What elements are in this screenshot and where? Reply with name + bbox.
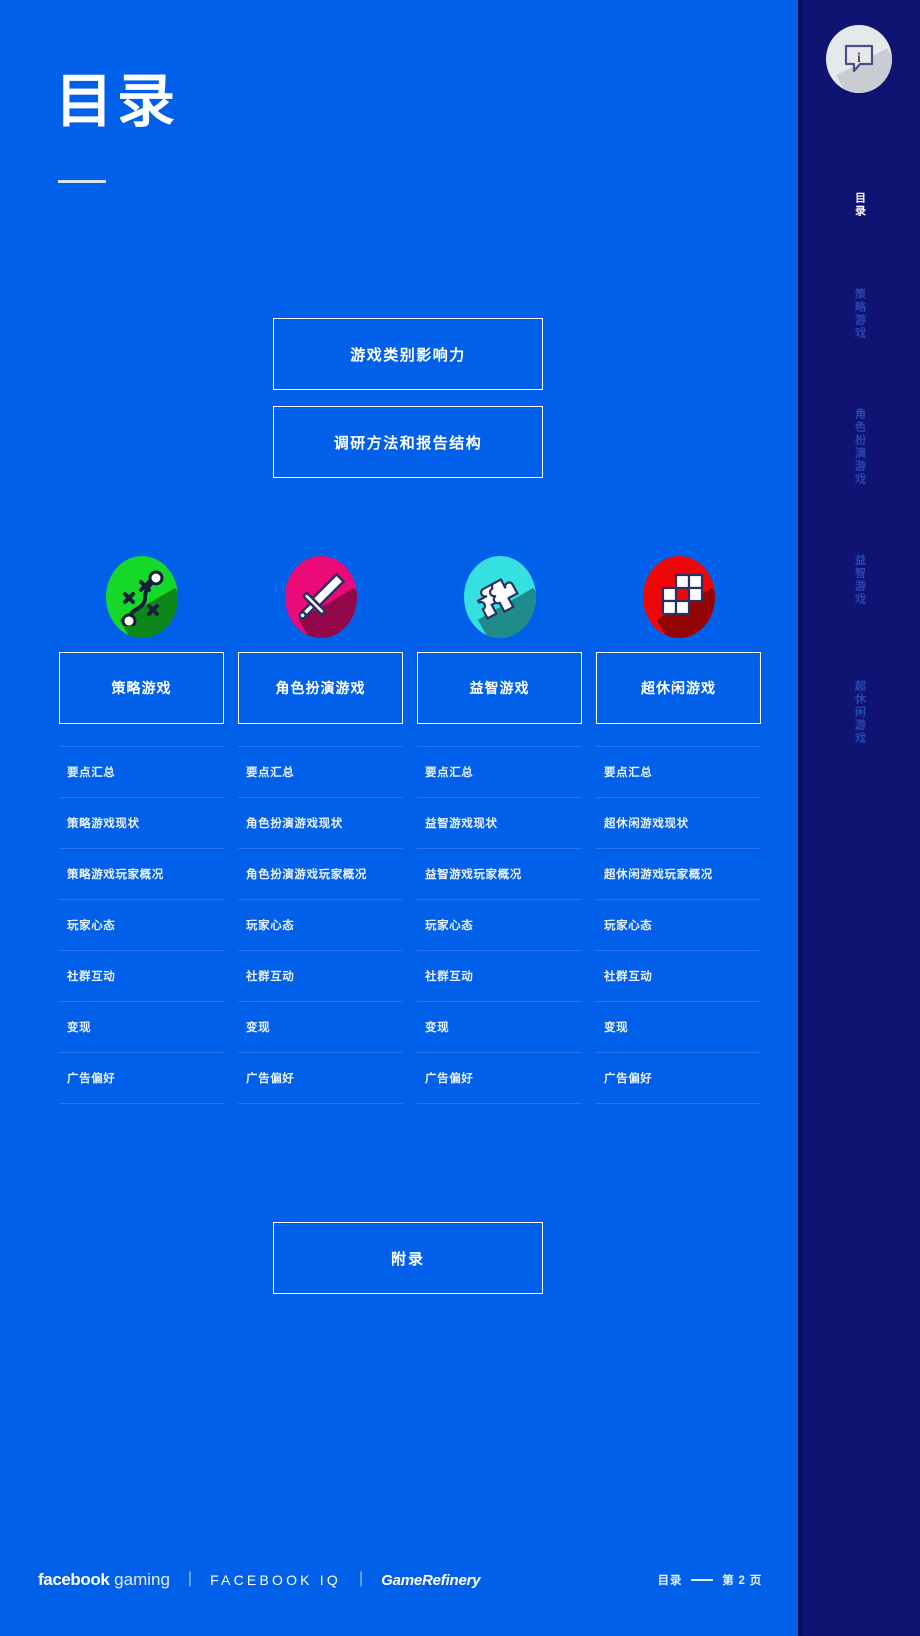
category-grid: 策略游戏 要点汇总 策略游戏现状 策略游戏玩家概况 玩家心态 社群互动 变现 广… — [52, 556, 768, 1104]
list-item[interactable]: 玩家心态 — [596, 900, 761, 951]
category-header-strategy[interactable]: 策略游戏 — [59, 652, 224, 724]
section-button-appendix[interactable]: 附录 — [273, 1222, 543, 1294]
sidebar-item-strategy[interactable]: 策略游戏 — [854, 274, 866, 354]
info-speech-bubble-icon[interactable]: i — [826, 25, 892, 93]
list-item[interactable]: 社群互动 — [238, 951, 403, 1002]
page-title: 目录 — [55, 69, 180, 134]
list-item[interactable]: 变现 — [596, 1002, 761, 1053]
list-item[interactable]: 广告偏好 — [596, 1053, 761, 1104]
strategy-map-path-icon — [105, 556, 178, 638]
hypercasual-blocks-icon — [642, 556, 715, 638]
list-item[interactable]: 要点汇总 — [417, 747, 582, 798]
category-column-hypercasual: 超休闲游戏 要点汇总 超休闲游戏现状 超休闲游戏玩家概况 玩家心态 社群互动 变… — [589, 556, 768, 1104]
list-item[interactable]: 广告偏好 — [59, 1053, 224, 1104]
category-header-rpg[interactable]: 角色扮演游戏 — [238, 652, 403, 724]
list-item[interactable]: 变现 — [59, 1002, 224, 1053]
facebook-wordmark: facebook — [38, 1570, 110, 1589]
list-item[interactable]: 超休闲游戏现状 — [596, 798, 761, 849]
list-item[interactable]: 要点汇总 — [238, 747, 403, 798]
title-underline-rule — [58, 180, 106, 183]
slide-page: 目录 游戏类别影响力 调研方法和报告结构 策略游戏 要点汇总 策略游戏现状 策略… — [0, 0, 920, 1636]
facebook-gaming-logo: facebook gaming — [38, 1570, 170, 1590]
list-item[interactable]: 要点汇总 — [59, 747, 224, 798]
sidebar-item-contents[interactable]: 目录 — [854, 178, 866, 232]
footer-page-number: 第 2 页 — [722, 1575, 762, 1587]
list-item[interactable]: 社群互动 — [417, 951, 582, 1002]
list-item[interactable]: 玩家心态 — [59, 900, 224, 951]
gamerefinery-logo: GameRefinery — [381, 1571, 481, 1589]
slide-content: 目录 游戏类别影响力 调研方法和报告结构 策略游戏 要点汇总 策略游戏现状 策略… — [0, 0, 798, 1636]
sidebar-item-hypercasual[interactable]: 超休闲游戏 — [854, 666, 866, 759]
list-item[interactable]: 要点汇总 — [596, 747, 761, 798]
category-column-rpg: 角色扮演游戏 要点汇总 角色扮演游戏现状 角色扮演游戏玩家概况 玩家心态 社群互… — [231, 556, 410, 1104]
list-item[interactable]: 广告偏好 — [417, 1053, 582, 1104]
top-section-buttons: 游戏类别影响力 调研方法和报告结构 — [273, 318, 543, 494]
sidebar-item-rpg[interactable]: 角色扮演游戏 — [854, 394, 866, 500]
list-item[interactable]: 广告偏好 — [238, 1053, 403, 1104]
section-button-genre-impact[interactable]: 游戏类别影响力 — [273, 318, 543, 390]
list-item[interactable]: 玩家心态 — [238, 900, 403, 951]
footer-brand-logos: facebook gaming | FACEBOOK IQ | GameRefi… — [38, 1570, 481, 1590]
list-item[interactable]: 策略游戏现状 — [59, 798, 224, 849]
list-item[interactable]: 社群互动 — [596, 951, 761, 1002]
rpg-sword-icon — [284, 556, 357, 638]
right-sidebar: i 目录 策略游戏 角色扮演游戏 益智游戏 超休闲游戏 — [798, 0, 920, 1636]
list-item[interactable]: 社群互动 — [59, 951, 224, 1002]
list-item[interactable]: 变现 — [238, 1002, 403, 1053]
brand-separator: | — [187, 1570, 193, 1587]
sidebar-nav: 目录 策略游戏 角色扮演游戏 益智游戏 超休闲游戏 — [798, 160, 920, 759]
category-list-hypercasual: 要点汇总 超休闲游戏现状 超休闲游戏玩家概况 玩家心态 社群互动 变现 广告偏好 — [596, 746, 761, 1104]
list-item[interactable]: 玩家心态 — [417, 900, 582, 951]
category-list-rpg: 要点汇总 角色扮演游戏现状 角色扮演游戏玩家概况 玩家心态 社群互动 变现 广告… — [238, 746, 403, 1104]
footer-pagination: 目录 第 2 页 — [658, 1572, 762, 1588]
list-item[interactable]: 变现 — [417, 1002, 582, 1053]
brand-separator: | — [358, 1570, 364, 1587]
list-item[interactable]: 策略游戏玩家概况 — [59, 849, 224, 900]
category-list-puzzle: 要点汇总 益智游戏现状 益智游戏玩家概况 玩家心态 社群互动 变现 广告偏好 — [417, 746, 582, 1104]
footer: facebook gaming | FACEBOOK IQ | GameRefi… — [0, 1540, 798, 1636]
section-button-methodology[interactable]: 调研方法和报告结构 — [273, 406, 543, 478]
puzzle-pieces-icon — [463, 556, 536, 638]
footer-section-name: 目录 — [657, 1575, 683, 1587]
sidebar-item-puzzle[interactable]: 益智游戏 — [854, 540, 866, 620]
category-list-strategy: 要点汇总 策略游戏现状 策略游戏玩家概况 玩家心态 社群互动 变现 广告偏好 — [59, 746, 224, 1104]
footer-dash-divider — [691, 1579, 714, 1581]
list-item[interactable]: 超休闲游戏玩家概况 — [596, 849, 761, 900]
list-item[interactable]: 角色扮演游戏玩家概况 — [238, 849, 403, 900]
category-header-puzzle[interactable]: 益智游戏 — [417, 652, 582, 724]
facebook-iq-logo: FACEBOOK IQ — [210, 1572, 341, 1588]
list-item[interactable]: 益智游戏玩家概况 — [417, 849, 582, 900]
category-column-puzzle: 益智游戏 要点汇总 益智游戏现状 益智游戏玩家概况 玩家心态 社群互动 变现 广… — [410, 556, 589, 1104]
svg-text:i: i — [857, 51, 861, 66]
gaming-wordmark: gaming — [109, 1570, 170, 1589]
category-column-strategy: 策略游戏 要点汇总 策略游戏现状 策略游戏玩家概况 玩家心态 社群互动 变现 广… — [52, 556, 231, 1104]
list-item[interactable]: 角色扮演游戏现状 — [238, 798, 403, 849]
category-header-hypercasual[interactable]: 超休闲游戏 — [596, 652, 761, 724]
list-item[interactable]: 益智游戏现状 — [417, 798, 582, 849]
